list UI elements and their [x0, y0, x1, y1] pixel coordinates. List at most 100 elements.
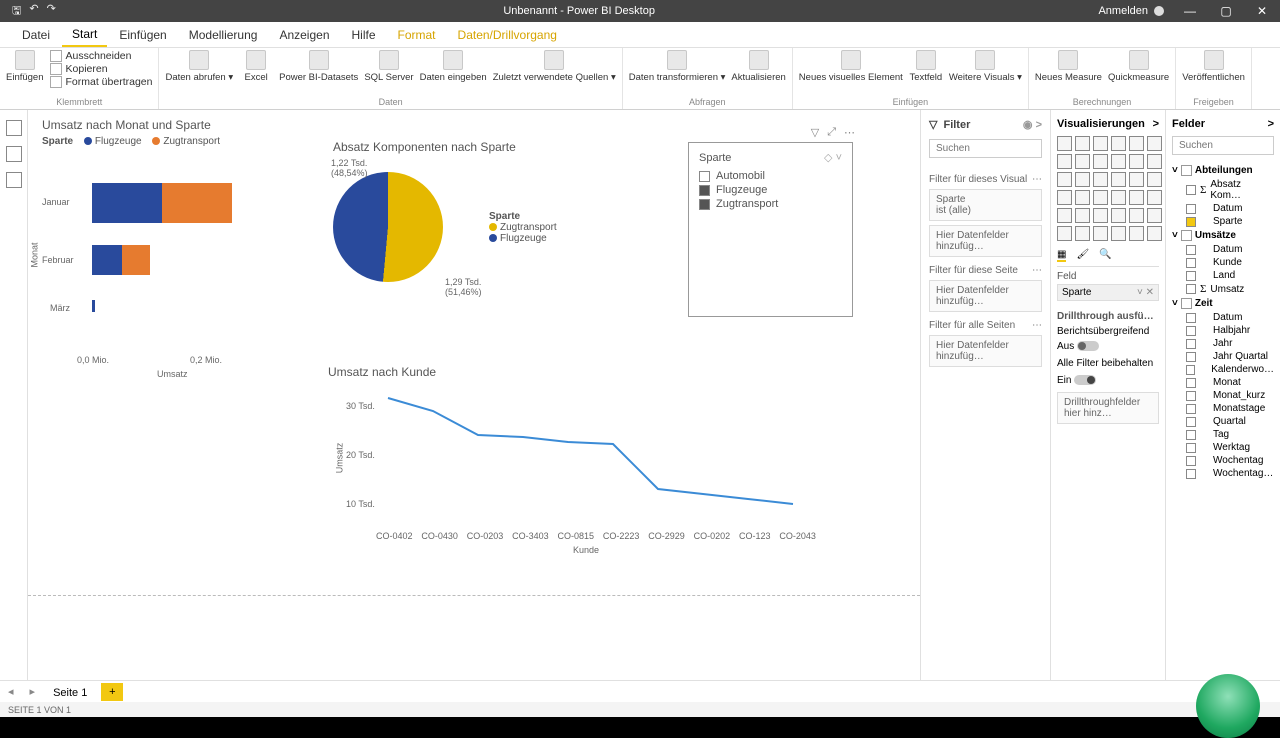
- format-painter-button[interactable]: Format übertragen: [50, 76, 153, 88]
- maximize-button[interactable]: ▢: [1208, 0, 1244, 22]
- tab-modeling[interactable]: Modellierung: [179, 24, 268, 46]
- copy-button[interactable]: Kopieren: [50, 63, 153, 75]
- field-item[interactable]: Jahr Quartal: [1172, 350, 1274, 363]
- viz-type-icon[interactable]: [1057, 154, 1072, 169]
- undo-icon[interactable]: ↶: [29, 2, 38, 21]
- viz-type-icon[interactable]: [1111, 136, 1126, 151]
- viz-type-icon[interactable]: [1147, 172, 1162, 187]
- field-item[interactable]: Halbjahr: [1172, 324, 1274, 337]
- close-button[interactable]: ✕: [1244, 0, 1280, 22]
- field-item[interactable]: ΣUmsatz: [1172, 282, 1274, 296]
- tab-home[interactable]: Start: [62, 23, 107, 47]
- field-item[interactable]: Land: [1172, 269, 1274, 282]
- fields-search-input[interactable]: [1172, 136, 1274, 155]
- filter-icon[interactable]: ▽: [811, 126, 819, 139]
- viz-type-icon[interactable]: [1129, 154, 1144, 169]
- pie-chart-visual[interactable]: Absatz Komponenten nach Sparte 1,22 Tsd.…: [333, 140, 653, 340]
- filter-dropzone[interactable]: Hier Datenfelder hinzufüg…: [929, 280, 1042, 312]
- fields-tab-icon[interactable]: ▦: [1057, 249, 1066, 262]
- slicer-option[interactable]: Automobil: [699, 170, 842, 182]
- viz-type-icon[interactable]: [1075, 208, 1090, 223]
- tab-file[interactable]: Datei: [12, 24, 60, 46]
- viz-type-icon[interactable]: [1057, 226, 1072, 241]
- data-view-icon[interactable]: [6, 146, 22, 162]
- filter-dropzone[interactable]: Hier Datenfelder hinzufüg…: [929, 335, 1042, 367]
- redo-icon[interactable]: ↷: [47, 2, 56, 21]
- viz-type-icon[interactable]: [1111, 154, 1126, 169]
- table-header[interactable]: ˅Abteilungen: [1172, 163, 1274, 178]
- field-item[interactable]: Monat_kurz: [1172, 389, 1274, 402]
- viz-type-icon[interactable]: [1075, 172, 1090, 187]
- save-icon[interactable]: 🖫: [12, 2, 21, 21]
- keep-filters-toggle[interactable]: Ein: [1057, 375, 1159, 386]
- add-page-button[interactable]: +: [101, 683, 123, 701]
- field-item[interactable]: Datum: [1172, 311, 1274, 324]
- tab-format[interactable]: Format: [388, 24, 446, 46]
- more-icon[interactable]: ⋯: [844, 126, 855, 139]
- viz-type-icon[interactable]: [1147, 190, 1162, 205]
- viz-type-icon[interactable]: [1129, 226, 1144, 241]
- quick-measure-button[interactable]: Quickmeasure: [1108, 50, 1169, 83]
- field-item[interactable]: Datum: [1172, 202, 1274, 215]
- cross-report-toggle[interactable]: Aus: [1057, 341, 1159, 352]
- focus-icon[interactable]: ⤢: [827, 126, 836, 139]
- bar-chart-visual[interactable]: Umsatz nach Monat und Sparte Sparte Flug…: [42, 118, 322, 383]
- viz-type-icon[interactable]: [1147, 154, 1162, 169]
- viz-type-icon[interactable]: [1147, 208, 1162, 223]
- field-item[interactable]: Kalenderwo…: [1172, 363, 1274, 376]
- login-button[interactable]: Anmelden: [1090, 5, 1172, 17]
- viz-type-icon[interactable]: [1129, 136, 1144, 151]
- viz-type-icon[interactable]: [1129, 190, 1144, 205]
- excel-button[interactable]: Excel: [239, 50, 273, 83]
- viz-type-icon[interactable]: [1057, 190, 1072, 205]
- viz-type-icon[interactable]: [1129, 208, 1144, 223]
- line-chart-visual[interactable]: Umsatz nach Kunde 30 Tsd. 20 Tsd. 10 Tsd…: [328, 365, 818, 570]
- cut-button[interactable]: Ausschneiden: [50, 50, 153, 62]
- viz-type-icon[interactable]: [1093, 208, 1108, 223]
- field-item[interactable]: Tag: [1172, 428, 1274, 441]
- field-item[interactable]: Jahr: [1172, 337, 1274, 350]
- format-tab-icon[interactable]: 🖌: [1076, 249, 1089, 262]
- viz-type-icon[interactable]: [1057, 172, 1072, 187]
- field-item[interactable]: Wochentag…: [1172, 467, 1274, 480]
- table-header[interactable]: ˅Zeit: [1172, 296, 1274, 311]
- model-view-icon[interactable]: [6, 172, 22, 188]
- text-box-button[interactable]: Textfeld: [909, 50, 943, 83]
- slicer-visual[interactable]: ▽ ⤢ ⋯ Sparte ◇ ˅ Automobil Flugzeuge Zug…: [688, 142, 853, 317]
- new-measure-button[interactable]: Neues Measure: [1035, 50, 1102, 83]
- viz-type-icon[interactable]: [1057, 208, 1072, 223]
- publish-button[interactable]: Veröffentlichen: [1182, 50, 1245, 83]
- field-item[interactable]: Monat: [1172, 376, 1274, 389]
- more-visuals-button[interactable]: Weitere Visuals ▾: [949, 50, 1022, 83]
- viz-type-icon[interactable]: [1111, 226, 1126, 241]
- viz-type-icon[interactable]: [1075, 154, 1090, 169]
- viz-type-icon[interactable]: [1111, 208, 1126, 223]
- field-item[interactable]: Sparte: [1172, 215, 1274, 228]
- sql-server-button[interactable]: SQL Server: [364, 50, 413, 83]
- viz-type-icon[interactable]: [1147, 226, 1162, 241]
- collapse-icon[interactable]: >: [1268, 118, 1274, 130]
- viz-type-icon[interactable]: [1075, 226, 1090, 241]
- field-item[interactable]: ΣAbsatz Kom…: [1172, 178, 1274, 202]
- field-item[interactable]: Quartal: [1172, 415, 1274, 428]
- table-header[interactable]: ˅Umsätze: [1172, 228, 1274, 243]
- analytics-tab-icon[interactable]: 🔍: [1099, 249, 1111, 262]
- transform-data-button[interactable]: Daten transformieren ▾: [629, 50, 726, 83]
- collapse-icon[interactable]: >: [1153, 118, 1159, 130]
- viz-type-icon[interactable]: [1075, 190, 1090, 205]
- report-canvas[interactable]: Umsatz nach Monat und Sparte Sparte Flug…: [28, 110, 920, 680]
- paste-button[interactable]: Einfügen: [6, 50, 44, 83]
- filter-dropzone[interactable]: Hier Datenfelder hinzufüg…: [929, 225, 1042, 257]
- viz-type-icon[interactable]: [1057, 136, 1072, 151]
- enter-data-button[interactable]: Daten eingeben: [420, 50, 487, 83]
- viz-type-icon[interactable]: [1093, 136, 1108, 151]
- field-item[interactable]: Datum: [1172, 243, 1274, 256]
- viz-type-icon[interactable]: [1093, 172, 1108, 187]
- tab-insert[interactable]: Einfügen: [109, 24, 176, 46]
- field-well[interactable]: Sparte˅ ✕: [1057, 284, 1159, 301]
- viz-type-icon[interactable]: [1093, 226, 1108, 241]
- get-data-button[interactable]: Daten abrufen ▾: [165, 50, 233, 83]
- viz-type-icon[interactable]: [1075, 136, 1090, 151]
- filter-card[interactable]: Sparte ist (alle): [929, 189, 1042, 221]
- page-next[interactable]: ▸: [22, 685, 44, 698]
